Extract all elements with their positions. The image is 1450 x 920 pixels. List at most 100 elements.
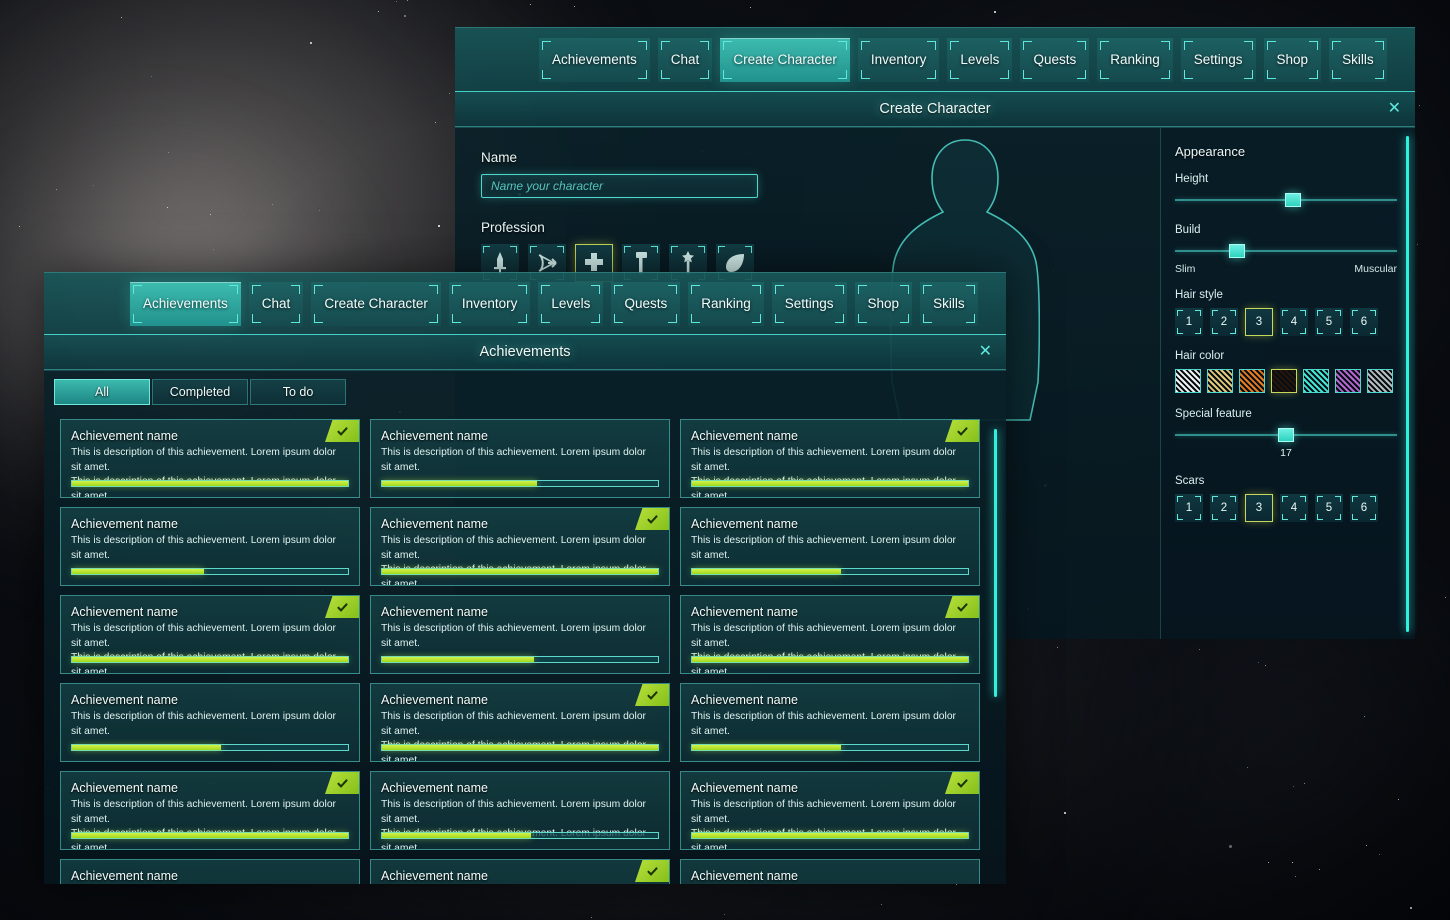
- scars-option-2[interactable]: 2: [1210, 494, 1238, 522]
- tab-label: Achievements: [143, 296, 228, 311]
- tab-skills[interactable]: Skills: [920, 282, 978, 326]
- achievement-card[interactable]: Achievement nameThis is description of t…: [680, 595, 980, 674]
- achievement-name: Achievement name: [71, 869, 349, 883]
- tab-ranking[interactable]: Ranking: [688, 282, 764, 326]
- hair-style-option-5[interactable]: 5: [1315, 308, 1343, 336]
- tab-levels[interactable]: Levels: [947, 38, 1012, 82]
- hair-color-cyan[interactable]: [1303, 369, 1329, 393]
- achievement-card[interactable]: Achievement nameThis is description of t…: [60, 507, 360, 586]
- achievement-card[interactable]: Achievement nameThis is description of t…: [370, 683, 670, 762]
- tab-quests[interactable]: Quests: [611, 282, 680, 326]
- hair-style-option-1[interactable]: 1: [1175, 308, 1203, 336]
- tab-label: Quests: [1033, 52, 1076, 67]
- achievement-description: This is description of this achievement.…: [71, 534, 349, 563]
- tab-inventory[interactable]: Inventory: [858, 38, 940, 82]
- hair-color-label: Hair color: [1175, 350, 1397, 362]
- filter-all[interactable]: All: [54, 379, 150, 405]
- tab-shop[interactable]: Shop: [855, 282, 913, 326]
- hair-style-option-2[interactable]: 2: [1210, 308, 1238, 336]
- achievement-card[interactable]: Achievement nameThis is description of t…: [680, 419, 980, 498]
- special-feature-slider[interactable]: [1175, 427, 1397, 443]
- tab-achievements[interactable]: Achievements: [539, 38, 650, 82]
- appearance-scrollbar[interactable]: [1406, 136, 1409, 632]
- scars-option-6[interactable]: 6: [1350, 494, 1378, 522]
- create-character-tab-bar: Achievements Chat Create CharacterInventor…: [455, 27, 1415, 91]
- achievement-progress-bar: [381, 568, 659, 575]
- achievement-name: Achievement name: [381, 429, 659, 443]
- achievement-card[interactable]: Achievement nameThis is description of t…: [60, 683, 360, 762]
- achievement-description: This is description of this achievement.…: [71, 710, 349, 739]
- hair-style-label: Hair style: [1175, 289, 1397, 301]
- appearance-title: Appearance: [1175, 144, 1397, 159]
- achievement-card[interactable]: Achievement name: [680, 859, 980, 884]
- character-name-input[interactable]: Name your character: [481, 174, 758, 198]
- hair-style-option-4[interactable]: 4: [1280, 308, 1308, 336]
- achievement-card[interactable]: Achievement nameThis is description of t…: [60, 771, 360, 850]
- achievement-progress-bar: [381, 656, 659, 663]
- tab-label: Ranking: [1110, 52, 1160, 67]
- build-slider[interactable]: [1175, 243, 1397, 259]
- close-icon[interactable]: ✕: [979, 344, 992, 360]
- tab-create-character[interactable]: Create Character: [311, 282, 441, 326]
- hair-color-dark-brown[interactable]: [1271, 369, 1297, 393]
- tab-label: Create Character: [324, 296, 428, 311]
- achievement-description: This is description of this achievement.…: [691, 446, 969, 498]
- achievement-card[interactable]: Achievement nameThis is description of t…: [680, 683, 980, 762]
- tab-ranking[interactable]: Ranking: [1097, 38, 1173, 82]
- achievement-card[interactable]: Achievement nameThis is description of t…: [370, 595, 670, 674]
- tab-achievements[interactable]: Achievements: [130, 282, 241, 326]
- achievement-description: This is description of this achievement.…: [691, 798, 969, 850]
- scars-option-3[interactable]: 3: [1245, 494, 1273, 522]
- tab-inventory[interactable]: Inventory: [449, 282, 531, 326]
- filter-to-do[interactable]: To do: [250, 379, 346, 405]
- achievement-card[interactable]: Achievement nameThis is description of t…: [680, 771, 980, 850]
- achievement-card[interactable]: Achievement nameThis is description of t…: [60, 595, 360, 674]
- tab-skills[interactable]: Skills: [1329, 38, 1387, 82]
- achievement-card[interactable]: Achievement nameThis is description of t…: [370, 507, 670, 586]
- hair-color-orange[interactable]: [1239, 369, 1265, 393]
- scars-option-1[interactable]: 1: [1175, 494, 1203, 522]
- achievement-progress-bar: [381, 744, 659, 751]
- tab-create-character[interactable]: Create Character: [720, 38, 850, 82]
- close-icon[interactable]: ✕: [1388, 101, 1401, 117]
- hair-color-blonde[interactable]: [1207, 369, 1233, 393]
- achievement-card[interactable]: Achievement nameThis is description of t…: [680, 507, 980, 586]
- hair-color-white[interactable]: [1175, 369, 1201, 393]
- height-slider[interactable]: [1175, 192, 1397, 208]
- hair-color-gray[interactable]: [1367, 369, 1393, 393]
- achievement-description: This is description of this achievement.…: [691, 710, 969, 739]
- tab-chat[interactable]: Chat: [658, 38, 713, 82]
- tab-quests[interactable]: Quests: [1020, 38, 1089, 82]
- tab-label: Skills: [1342, 52, 1374, 67]
- completed-check-icon: [945, 420, 979, 442]
- hair-style-option-3[interactable]: 3: [1245, 308, 1273, 336]
- tab-label: Chat: [671, 52, 700, 67]
- achievement-progress-bar: [691, 480, 969, 487]
- achievement-card[interactable]: Achievement name: [60, 859, 360, 884]
- tab-settings[interactable]: Settings: [1181, 38, 1256, 82]
- tab-settings[interactable]: Settings: [772, 282, 847, 326]
- build-min-label: Slim: [1175, 263, 1195, 275]
- achievement-name: Achievement name: [71, 781, 349, 795]
- achievement-card[interactable]: Achievement name: [370, 859, 670, 884]
- tab-levels[interactable]: Levels: [538, 282, 603, 326]
- tab-chat[interactable]: Chat: [249, 282, 304, 326]
- scars-option-4[interactable]: 4: [1280, 494, 1308, 522]
- hair-style-option-6[interactable]: 6: [1350, 308, 1378, 336]
- completed-check-icon: [635, 684, 669, 706]
- achievement-progress-bar: [691, 832, 969, 839]
- achievement-description: This is description of this achievement.…: [71, 446, 349, 498]
- filter-completed[interactable]: Completed: [152, 379, 248, 405]
- achievement-card[interactable]: Achievement nameThis is description of t…: [370, 419, 670, 498]
- special-feature-value: 17: [1175, 447, 1397, 459]
- tab-label: Chat: [262, 296, 291, 311]
- hair-color-purple[interactable]: [1335, 369, 1361, 393]
- achievement-card[interactable]: Achievement nameThis is description of t…: [60, 419, 360, 498]
- achievements-scrollbar[interactable]: [994, 429, 997, 697]
- achievement-card[interactable]: Achievement nameThis is description of t…: [370, 771, 670, 850]
- achievements-tab-bar: Achievements Chat Create Character Inventor…: [44, 272, 1006, 334]
- tab-shop[interactable]: Shop: [1264, 38, 1322, 82]
- hair-color-options: [1175, 369, 1397, 393]
- achievement-name: Achievement name: [691, 605, 969, 619]
- scars-option-5[interactable]: 5: [1315, 494, 1343, 522]
